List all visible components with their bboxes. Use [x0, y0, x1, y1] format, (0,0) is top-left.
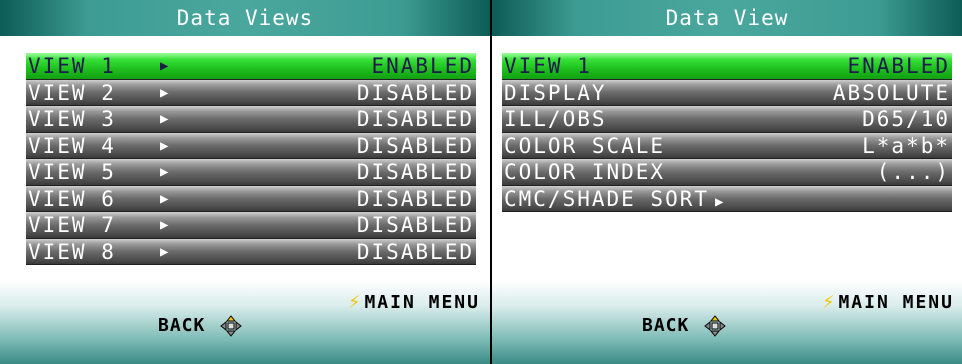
row-value: DISABLED: [356, 80, 474, 105]
view-6-row[interactable]: VIEW 6 ▶ DISABLED: [26, 185, 476, 212]
arrow-right-icon: ▶: [160, 84, 169, 101]
lightning-bolt-icon: ⚡: [348, 289, 363, 313]
main-menu-label: MAIN MENU: [364, 292, 480, 313]
arrow-right-icon: ▶: [160, 190, 169, 207]
row-value: DISABLED: [356, 186, 474, 211]
arrow-right-icon: ▶: [160, 111, 169, 127]
row-label: VIEW 5: [28, 160, 116, 184]
row-value: DISABLED: [356, 133, 474, 158]
row-label: VIEW 8: [28, 239, 116, 264]
row-label: VIEW 1: [504, 54, 592, 78]
view-2-row[interactable]: VIEW 2 ▶ DISABLED: [26, 79, 476, 106]
row-label: VIEW 4: [28, 133, 116, 158]
panel-title: Data View: [492, 0, 962, 36]
row-label: VIEW 7: [28, 213, 116, 237]
row-label: VIEW 6: [28, 186, 116, 211]
data-views-panel: Data Views VIEW 1 ▶ ENABLED VIEW 2 ▶ DIS…: [0, 0, 490, 364]
view-1-row[interactable]: VIEW 1 ENABLED: [502, 53, 952, 80]
arrow-right-icon: ▶: [160, 217, 169, 233]
row-label: ILL/OBS: [504, 107, 607, 131]
arrow-right-icon: ▶: [715, 193, 726, 210]
arrow-right-icon: ▶: [160, 164, 169, 180]
back-label: BACK: [158, 315, 206, 336]
data-view-panel: Data View VIEW 1 ENABLED DISPLAY ABSOLUT…: [492, 0, 962, 364]
back-button[interactable]: BACK: [642, 315, 727, 337]
main-menu-label: MAIN MENU: [838, 292, 954, 313]
row-value: ABSOLUTE: [832, 80, 950, 105]
row-label: VIEW 3: [28, 107, 116, 131]
row-value: L*a*b*: [862, 133, 950, 158]
arrow-right-icon: ▶: [160, 243, 169, 260]
row-value: DISABLED: [356, 213, 474, 237]
row-value: DISABLED: [356, 107, 474, 131]
dpad-icon: [704, 315, 727, 337]
main-menu-button[interactable]: ⚡ MAIN MENU: [348, 289, 480, 313]
row-value: DISABLED: [356, 239, 474, 264]
cmc-shade-sort-row[interactable]: CMC/SHADE SORT ▶: [502, 185, 952, 215]
view-5-row[interactable]: VIEW 5 ▶ DISABLED: [26, 159, 476, 186]
view-settings-list: VIEW 1 ENABLED DISPLAY ABSOLUTE ILL/OBS …: [502, 53, 952, 212]
color-scale-row[interactable]: COLOR SCALE L*a*b*: [502, 132, 952, 159]
view-4-row[interactable]: VIEW 4 ▶ DISABLED: [26, 132, 476, 159]
row-value: ENABLED: [371, 54, 474, 78]
softkey-footer: ⚡ MAIN MENU BACK: [0, 281, 490, 364]
display-row[interactable]: DISPLAY ABSOLUTE: [502, 79, 952, 106]
dpad-icon: [220, 315, 243, 337]
view-8-row[interactable]: VIEW 8 ▶ DISABLED: [26, 238, 476, 265]
arrow-right-icon: ▶: [160, 58, 169, 74]
row-label: COLOR INDEX: [504, 160, 666, 184]
view-3-row[interactable]: VIEW 3 ▶ DISABLED: [26, 106, 476, 133]
back-button[interactable]: BACK: [158, 315, 243, 337]
panel-title: Data Views: [0, 0, 490, 36]
softkey-footer: ⚡ MAIN MENU BACK: [492, 281, 962, 364]
row-label: VIEW 2: [28, 80, 116, 105]
row-label: DISPLAY: [504, 80, 607, 105]
row-value: DISABLED: [356, 160, 474, 184]
row-label: VIEW 1: [28, 54, 116, 78]
main-menu-button[interactable]: ⚡ MAIN MENU: [822, 289, 954, 313]
row-value: (...): [876, 160, 950, 184]
back-label: BACK: [642, 315, 690, 336]
lightning-bolt-icon: ⚡: [822, 289, 837, 313]
row-label-text: CMC/SHADE SORT: [504, 186, 710, 211]
views-list: VIEW 1 ▶ ENABLED VIEW 2 ▶ DISABLED VIEW …: [26, 53, 476, 265]
row-value: D65/10: [862, 107, 950, 131]
color-index-row[interactable]: COLOR INDEX (...): [502, 159, 952, 186]
row-label: COLOR SCALE: [504, 133, 666, 158]
view-7-row[interactable]: VIEW 7 ▶ DISABLED: [26, 212, 476, 239]
ill-obs-row[interactable]: ILL/OBS D65/10: [502, 106, 952, 133]
view-1-row[interactable]: VIEW 1 ▶ ENABLED: [26, 53, 476, 80]
arrow-right-icon: ▶: [160, 137, 169, 154]
row-label: CMC/SHADE SORT ▶: [504, 186, 725, 215]
row-value: ENABLED: [847, 54, 950, 78]
